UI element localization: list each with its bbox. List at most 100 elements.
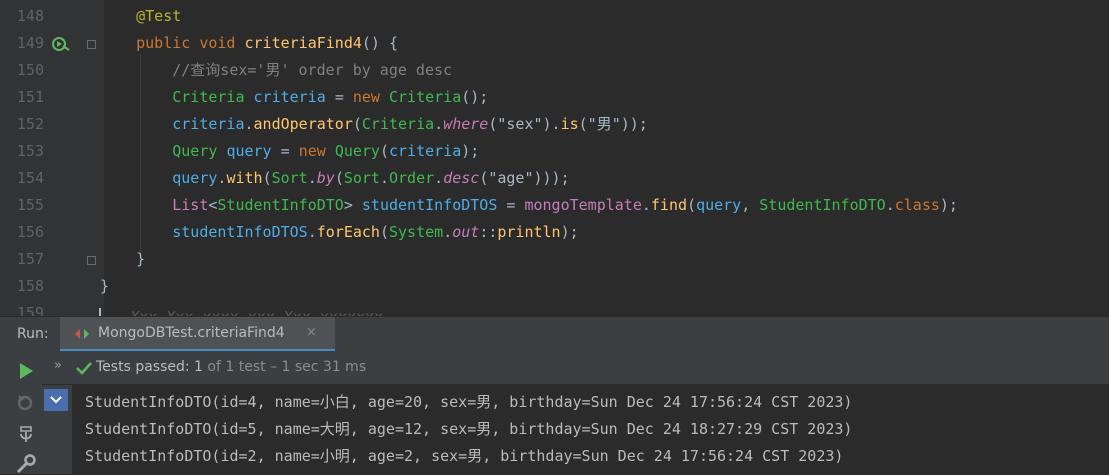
code-token: ( xyxy=(379,142,389,160)
code-token: List xyxy=(172,196,209,214)
partial-code-line: Xxx Xxx xxxx xxx Xxx xxxxxxx xyxy=(130,308,383,316)
code-token: find xyxy=(650,196,688,214)
code-token: ( xyxy=(687,196,697,214)
code-token: StudentInfoDTO xyxy=(217,196,344,214)
console-output[interactable]: StudentInfoDTO(id=4, name=小白, age=20, se… xyxy=(72,385,1109,474)
code-token: . xyxy=(641,196,651,214)
code-token: Query xyxy=(334,142,380,160)
code-token: Query xyxy=(172,142,227,160)
run-label: Run: xyxy=(17,326,49,342)
fold-icon[interactable] xyxy=(87,256,96,265)
code-token: ); xyxy=(560,223,579,241)
code-line: //查询sex='男' order by age desc xyxy=(100,57,452,84)
code-token: studentInfoDTOS xyxy=(361,196,507,214)
code-token: :: xyxy=(479,223,498,241)
code-token: StudentInfoDTO xyxy=(759,196,886,214)
code-token: query xyxy=(226,142,281,160)
code-token: . xyxy=(307,223,317,241)
run-tab[interactable]: MongoDBTest.criteriaFind4 × xyxy=(60,317,335,352)
code-token: ("男")); xyxy=(578,115,648,133)
test-status-text: Tests passed: 1 of 1 test – 1 sec 31 ms xyxy=(96,359,366,375)
code-token: Criteria xyxy=(172,88,254,106)
run-tab-title: MongoDBTest.criteriaFind4 xyxy=(98,325,285,341)
code-token: criteria xyxy=(172,115,245,133)
code-token: forEach xyxy=(316,223,380,241)
line-number: 148 xyxy=(16,7,44,25)
status-count: 1 xyxy=(194,359,203,375)
console-line: StudentInfoDTO(id=4, name=小白, age=20, se… xyxy=(85,393,853,411)
code-token: @Test xyxy=(136,7,182,25)
run-gutter-icon[interactable] xyxy=(51,35,71,53)
code-token: new xyxy=(352,88,389,106)
rerun-icon[interactable] xyxy=(15,360,37,382)
code-token: ); xyxy=(939,196,958,214)
code-token: //查询sex='男' order by age desc xyxy=(100,61,453,79)
code-token: Criteria xyxy=(389,88,462,106)
code-token: criteria xyxy=(389,142,462,160)
code-token: } xyxy=(100,250,146,268)
status-detail: of 1 test – 1 sec 31 ms xyxy=(202,359,367,375)
line-number: 151 xyxy=(16,88,44,106)
fold-icon[interactable] xyxy=(87,40,96,49)
console-line: StudentInfoDTO(id=2, name=小明, age=2, sex… xyxy=(85,447,844,465)
expand-arrows-icon[interactable]: » xyxy=(54,358,62,373)
close-tab-icon[interactable]: × xyxy=(306,325,317,340)
code-line: } xyxy=(100,273,109,300)
code-token: public void xyxy=(136,34,245,52)
line-number: 153 xyxy=(16,142,44,160)
code-token: is xyxy=(560,115,579,133)
line-number: 152 xyxy=(16,115,44,133)
line-number: 149 xyxy=(16,34,44,52)
code-line: List<StudentInfoDTO> studentInfoDTOS = m… xyxy=(100,192,958,219)
code-line: public void criteriaFind4() { xyxy=(100,30,398,57)
code-token: . xyxy=(244,115,254,133)
code-token: . xyxy=(443,223,453,241)
code-token: . xyxy=(434,169,444,187)
code-token: query xyxy=(696,196,742,214)
code-editor[interactable]: 148 149 150 151 152 153 154 155 156 157 158 159 @Te… xyxy=(0,0,1109,316)
code-token: Criteria xyxy=(361,115,435,133)
code-token: query xyxy=(172,169,218,187)
code-line: Criteria criteria = new Criteria(); xyxy=(100,84,488,111)
code-token: . xyxy=(379,169,389,187)
code-token: by xyxy=(316,169,335,187)
line-number: 156 xyxy=(16,223,44,241)
test-status-row: » Tests passed: 1 of 1 test – 1 sec 31 m… xyxy=(42,351,1109,385)
collapse-icon[interactable] xyxy=(44,389,68,411)
line-number: 155 xyxy=(16,196,44,214)
code-token: new xyxy=(298,142,335,160)
toggle-icon[interactable] xyxy=(15,423,37,445)
code-token: where xyxy=(443,115,489,133)
line-number: 157 xyxy=(16,250,44,268)
code-line: @Test xyxy=(100,3,181,30)
line-number: 158 xyxy=(16,277,44,295)
code-token: ("sex"). xyxy=(488,115,561,133)
text-caret xyxy=(99,308,101,316)
run-tab-bar: Run: MongoDBTest.criteriaFind4 × xyxy=(0,316,1109,352)
code-token: = xyxy=(334,88,353,106)
code-token: (); xyxy=(461,88,489,106)
code-token: desc xyxy=(443,169,480,187)
code-token: ); xyxy=(461,142,480,160)
settings-wrench-icon[interactable] xyxy=(15,453,37,475)
code-token: } xyxy=(100,277,110,295)
code-line: Query query = new Query(criteria); xyxy=(100,138,479,165)
code-token: = xyxy=(506,196,525,214)
rerun-failed-icon[interactable] xyxy=(15,391,37,413)
line-number: 150 xyxy=(16,61,44,79)
code-token: class xyxy=(894,196,940,214)
status-label: Tests passed: xyxy=(96,359,195,375)
check-icon xyxy=(76,362,92,375)
code-token: Sort xyxy=(271,169,308,187)
code-line: } xyxy=(100,246,145,273)
line-number: 159 xyxy=(16,304,44,316)
code-token: println xyxy=(497,223,561,241)
code-token: ( xyxy=(379,223,389,241)
code-token: Sort xyxy=(343,169,380,187)
code-token: = xyxy=(280,142,299,160)
